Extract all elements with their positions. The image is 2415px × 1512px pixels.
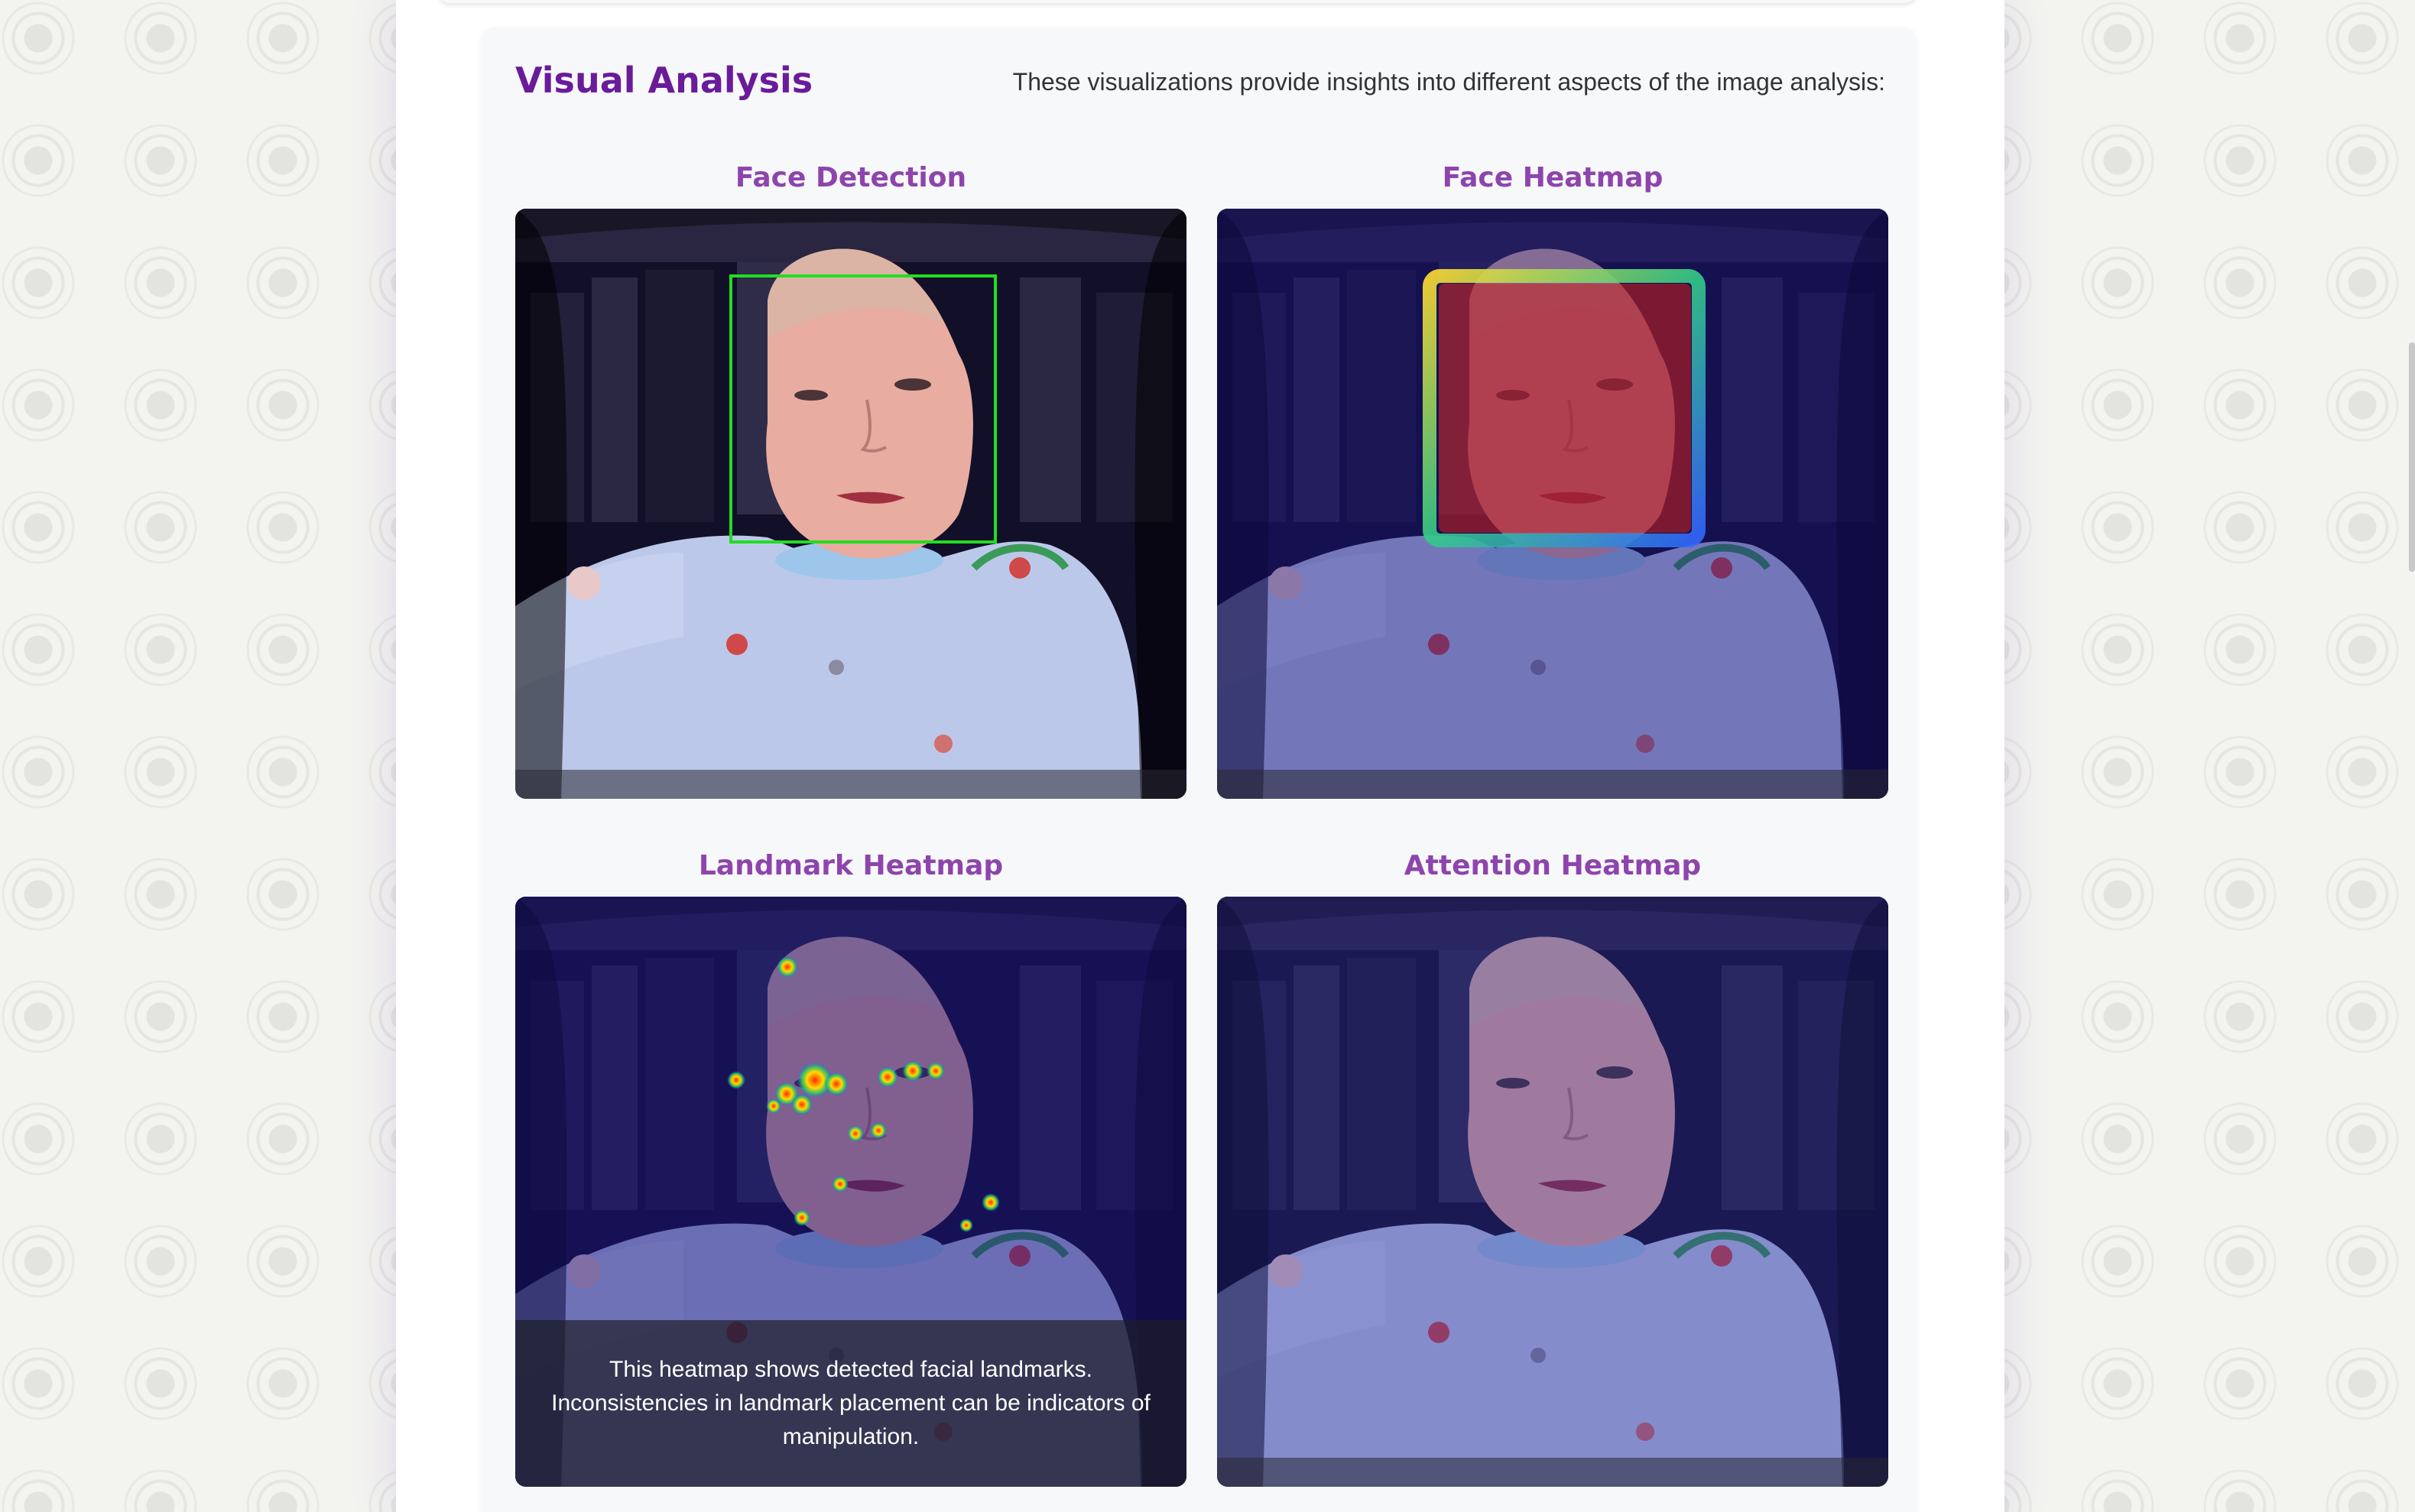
- caption-strip: [1217, 770, 1888, 799]
- landmark-heatmap-image: This heatmap shows detected facial landm…: [515, 897, 1186, 1487]
- caption-text: This heatmap shows detected facial landm…: [551, 1357, 1151, 1449]
- landmark-caption: This heatmap shows detected facial landm…: [515, 1320, 1186, 1487]
- panel-title: Landmark Heatmap: [698, 850, 1004, 881]
- face-heat-region: [1439, 284, 1691, 533]
- attention-heatmap-panel: Attention Heatmap: [1217, 849, 1888, 1487]
- panel-title: Attention Heatmap: [1404, 850, 1702, 881]
- caption-strip: [515, 770, 1186, 799]
- section-title: Visual Analysis: [515, 60, 813, 101]
- panel-title: Face Heatmap: [1442, 162, 1664, 193]
- previous-card-edge: [439, 0, 1916, 3]
- panel-title: Face Detection: [735, 162, 967, 193]
- caption-strip: [1217, 1458, 1888, 1487]
- face-detection-image: [515, 209, 1186, 799]
- page-panel: Visual Analysis These visualizations pro…: [396, 0, 2004, 1512]
- face-heatmap-panel: Face Heatmap: [1217, 161, 1888, 799]
- scrollbar-thumb[interactable]: [2409, 342, 2415, 572]
- visual-analysis-card: Visual Analysis These visualizations pro…: [482, 28, 1916, 1512]
- landmark-heatmap-panel: Landmark Heatmap This heatmap shows dete…: [515, 849, 1186, 1487]
- face-detection-panel: Face Detection: [515, 161, 1186, 799]
- face-heatmap-image: [1217, 209, 1888, 799]
- attention-heatmap-image: [1217, 897, 1888, 1487]
- section-description: These visualizations provide insights in…: [1012, 68, 1885, 96]
